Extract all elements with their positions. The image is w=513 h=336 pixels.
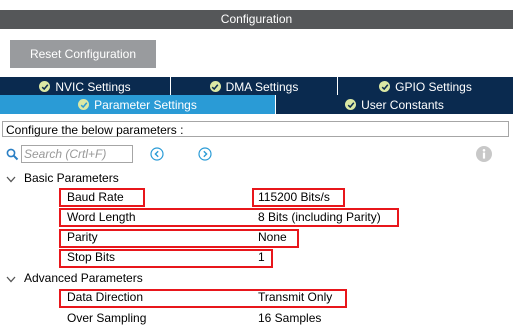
next-icon[interactable] — [198, 147, 212, 164]
search-input[interactable] — [21, 145, 133, 163]
check-circle-icon — [345, 99, 357, 110]
param-row-parity[interactable]: Parity None — [0, 228, 513, 246]
param-row-stop-bits[interactable]: Stop Bits 1 — [0, 248, 513, 266]
group-advanced-parameters[interactable]: Advanced Parameters — [6, 270, 143, 286]
tab-dma-settings[interactable]: DMA Settings — [171, 77, 338, 96]
param-name: Parity — [67, 230, 98, 244]
configuration-title-bar: Configuration — [0, 10, 513, 29]
group-basic-parameters[interactable]: Basic Parameters — [6, 170, 119, 186]
tab-label: Parameter Settings — [94, 97, 197, 112]
check-circle-icon — [379, 81, 391, 92]
tab-row-1: NVIC Settings DMA Settings GPIO Settings — [0, 77, 513, 96]
page-title: Configuration — [220, 12, 293, 26]
tab-label: NVIC Settings — [55, 79, 131, 94]
group-label: Basic Parameters — [24, 171, 119, 185]
tab-user-constants[interactable]: User Constants — [276, 95, 513, 114]
param-name: Over Sampling — [67, 311, 147, 325]
param-row-over-sampling[interactable]: Over Sampling 16 Samples — [0, 309, 513, 327]
param-value[interactable]: 115200 Bits/s — [258, 190, 330, 204]
param-value[interactable]: Transmit Only — [258, 290, 332, 304]
previous-icon[interactable] — [150, 147, 164, 164]
tab-nvic-settings[interactable]: NVIC Settings — [0, 77, 171, 96]
check-circle-icon — [39, 81, 51, 92]
tab-label: User Constants — [361, 97, 444, 112]
param-value[interactable]: None — [258, 230, 287, 244]
tab-row-2: Parameter Settings User Constants — [0, 95, 513, 114]
param-name: Word Length — [67, 210, 136, 224]
param-name: Baud Rate — [67, 190, 124, 204]
group-label: Advanced Parameters — [24, 271, 143, 285]
param-name: Stop Bits — [67, 250, 116, 264]
tab-label: DMA Settings — [225, 79, 299, 94]
info-icon[interactable] — [476, 146, 492, 165]
param-value[interactable]: 16 Samples — [258, 311, 321, 325]
check-circle-icon — [78, 99, 90, 110]
chevron-down-icon — [6, 171, 18, 187]
check-circle-icon — [209, 81, 221, 92]
tab-parameter-settings[interactable]: Parameter Settings — [0, 95, 276, 114]
chevron-down-icon — [6, 271, 18, 287]
tab-label: GPIO Settings — [395, 79, 472, 94]
param-row-word-length[interactable]: Word Length 8 Bits (including Parity) — [0, 208, 513, 226]
param-row-baud-rate[interactable]: Baud Rate 115200 Bits/s — [0, 188, 513, 206]
parameters-description: Configure the below parameters : — [2, 121, 509, 137]
reset-configuration-button[interactable]: Reset Configuration — [10, 40, 156, 68]
param-name: Data Direction — [67, 290, 144, 304]
param-row-data-direction[interactable]: Data Direction Transmit Only — [0, 288, 513, 306]
tab-gpio-settings[interactable]: GPIO Settings — [338, 77, 513, 96]
param-value[interactable]: 8 Bits (including Parity) — [258, 210, 381, 224]
search-icon — [6, 148, 19, 164]
param-value[interactable]: 1 — [258, 250, 265, 264]
